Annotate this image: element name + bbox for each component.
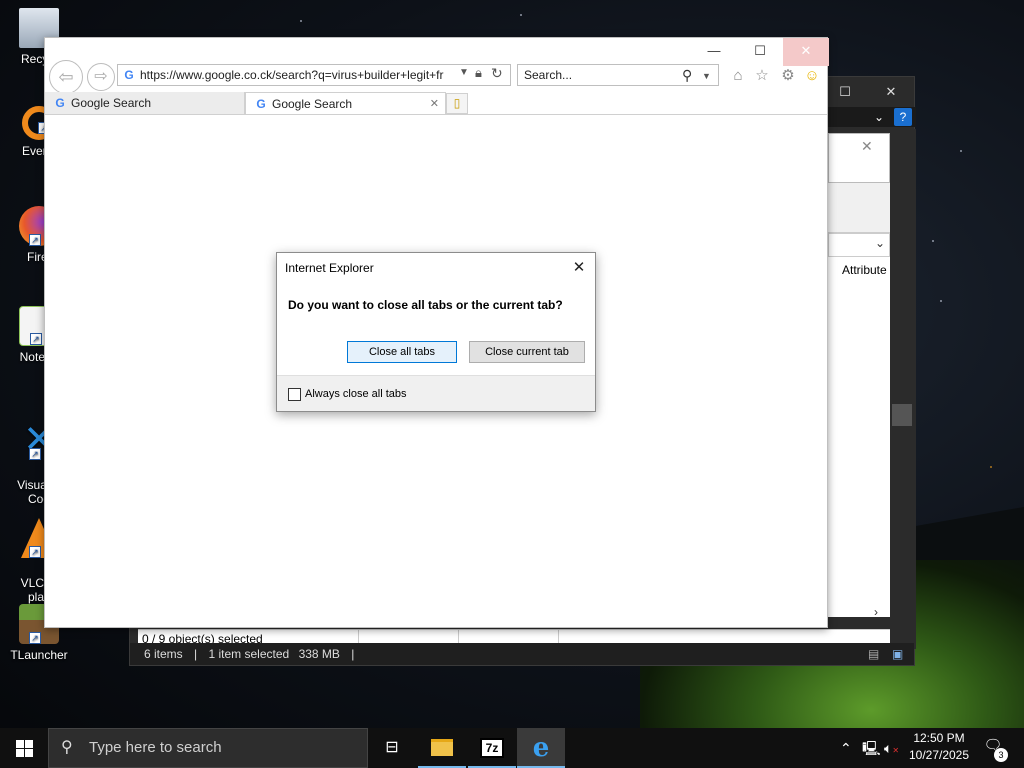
- column-header-attribute[interactable]: Attribute: [842, 263, 887, 277]
- close-current-tab-button[interactable]: Close current tab: [469, 341, 585, 363]
- search-dropdown-icon[interactable]: ▼: [702, 66, 711, 86]
- attribute-column: Attribute ›: [828, 257, 890, 619]
- back-button[interactable]: ⇦: [49, 60, 83, 94]
- tab-google-search-2[interactable]: G Google Search ✕: [245, 92, 446, 114]
- close-button[interactable]: ✕: [868, 79, 914, 105]
- close-icon[interactable]: ✕: [861, 138, 873, 155]
- desktop-icon-label: TLauncher: [10, 648, 68, 662]
- dialog-title: Internet Explorer: [277, 253, 595, 283]
- search-icon[interactable]: ⚲: [682, 65, 692, 85]
- address-dropdown-icon[interactable]: ▼: [459, 67, 469, 78]
- dialog-body: Do you want to close all tabs or the cur…: [277, 283, 595, 375]
- new-tab-button[interactable]: ▯: [446, 93, 468, 114]
- scroll-right-icon[interactable]: ›: [874, 605, 878, 619]
- start-button[interactable]: [0, 728, 48, 768]
- status-size: 338 MB: [298, 647, 340, 661]
- search-icon: ⚲: [61, 739, 73, 756]
- scrollbar-thumb[interactable]: [892, 404, 912, 426]
- tab-google-search-1[interactable]: G Google Search: [45, 92, 245, 114]
- dialog-question: Do you want to close all tabs or the cur…: [288, 298, 563, 312]
- shortcut-arrow-icon: ↗: [29, 448, 41, 460]
- favorites-star-icon[interactable]: ☆: [753, 67, 771, 85]
- dialog-close-icon[interactable]: ✕: [569, 258, 589, 278]
- notification-badge: 3: [994, 748, 1008, 762]
- maximize-button[interactable]: ☐: [822, 79, 868, 105]
- close-button[interactable]: ✕: [783, 38, 829, 66]
- google-favicon-icon: G: [124, 68, 134, 82]
- action-center-icon[interactable]: 🗨︎ 3: [982, 736, 1008, 762]
- address-bar[interactable]: G https://www.google.co.ck/search?q=viru…: [117, 64, 511, 86]
- lock-icon[interactable]: 🔒︎: [475, 65, 482, 81]
- clock-date: 10/27/2025: [908, 748, 970, 762]
- status-selected: 1 item selected: [208, 647, 290, 661]
- shortcut-arrow-icon: ↗: [30, 333, 42, 345]
- internet-explorer-icon[interactable]: e: [517, 728, 565, 768]
- minimize-button[interactable]: —: [691, 38, 737, 66]
- shortcut-arrow-icon: ↗: [29, 234, 41, 246]
- settings-gear-icon[interactable]: ⚙: [779, 67, 797, 85]
- address-url: https://www.google.co.ck/search?q=virus+…: [140, 68, 444, 82]
- always-close-label[interactable]: Always close all tabs: [305, 388, 407, 400]
- always-close-checkbox[interactable]: [288, 388, 301, 401]
- search-input[interactable]: Search... ⚲ ▼: [517, 64, 719, 86]
- details-view-icon[interactable]: ▤: [868, 643, 879, 665]
- task-view-icon[interactable]: ⊟: [368, 728, 416, 768]
- taskbar: ⚲ Type here to search ⊟ 7z e ⌃ 🖳︎ 🔈︎✕ 12…: [0, 728, 1024, 768]
- clock-time: 12:50 PM: [913, 731, 965, 745]
- feedback-smiley-icon[interactable]: ☺: [803, 67, 821, 85]
- shortcut-arrow-icon: ↗: [29, 546, 41, 558]
- refresh-icon[interactable]: ↻: [491, 65, 503, 82]
- chevron-down-icon[interactable]: ⌄: [875, 236, 885, 250]
- taskbar-search-placeholder: Type here to search: [89, 739, 222, 756]
- close-tabs-dialog: Internet Explorer ✕ Do you want to close…: [276, 252, 596, 412]
- windows-logo-icon: [16, 740, 24, 748]
- inner-panel: ✕: [828, 133, 890, 183]
- taskbar-search-box[interactable]: ⚲ Type here to search: [48, 728, 368, 768]
- home-icon[interactable]: ⌂: [729, 67, 747, 85]
- tab-label: Google Search: [71, 96, 152, 110]
- google-favicon-icon: G: [256, 97, 266, 111]
- help-icon[interactable]: ?: [894, 108, 912, 126]
- chevron-down-icon[interactable]: ⌄: [874, 107, 884, 127]
- show-hidden-icons-chevron[interactable]: ⌃: [840, 728, 852, 768]
- tab-label: Google Search: [272, 97, 353, 111]
- close-tab-icon[interactable]: ✕: [430, 93, 439, 115]
- 7zip-icon[interactable]: 7z: [468, 728, 516, 768]
- 7zip-label: 7z: [480, 738, 504, 758]
- status-item-count: 6 items: [144, 647, 183, 661]
- file-explorer-icon[interactable]: [418, 728, 466, 768]
- large-icons-view-icon[interactable]: ▣: [892, 643, 903, 665]
- network-icon[interactable]: 🖳︎: [862, 728, 881, 768]
- status-bar: 6 items | 1 item selected 338 MB | ▤ ▣: [130, 643, 914, 665]
- volume-muted-icon[interactable]: 🔈︎✕: [884, 728, 899, 768]
- system-clock[interactable]: 12:50 PM 10/27/2025: [906, 730, 972, 764]
- search-placeholder: Search...: [524, 68, 573, 82]
- dialog-footer: Always close all tabs: [277, 375, 595, 413]
- close-all-tabs-button[interactable]: Close all tabs: [347, 341, 457, 363]
- maximize-button[interactable]: ☐: [737, 38, 783, 66]
- shortcut-arrow-icon: ↗: [29, 632, 41, 644]
- forward-button[interactable]: ⇨: [87, 63, 115, 91]
- google-favicon-icon: G: [55, 96, 65, 110]
